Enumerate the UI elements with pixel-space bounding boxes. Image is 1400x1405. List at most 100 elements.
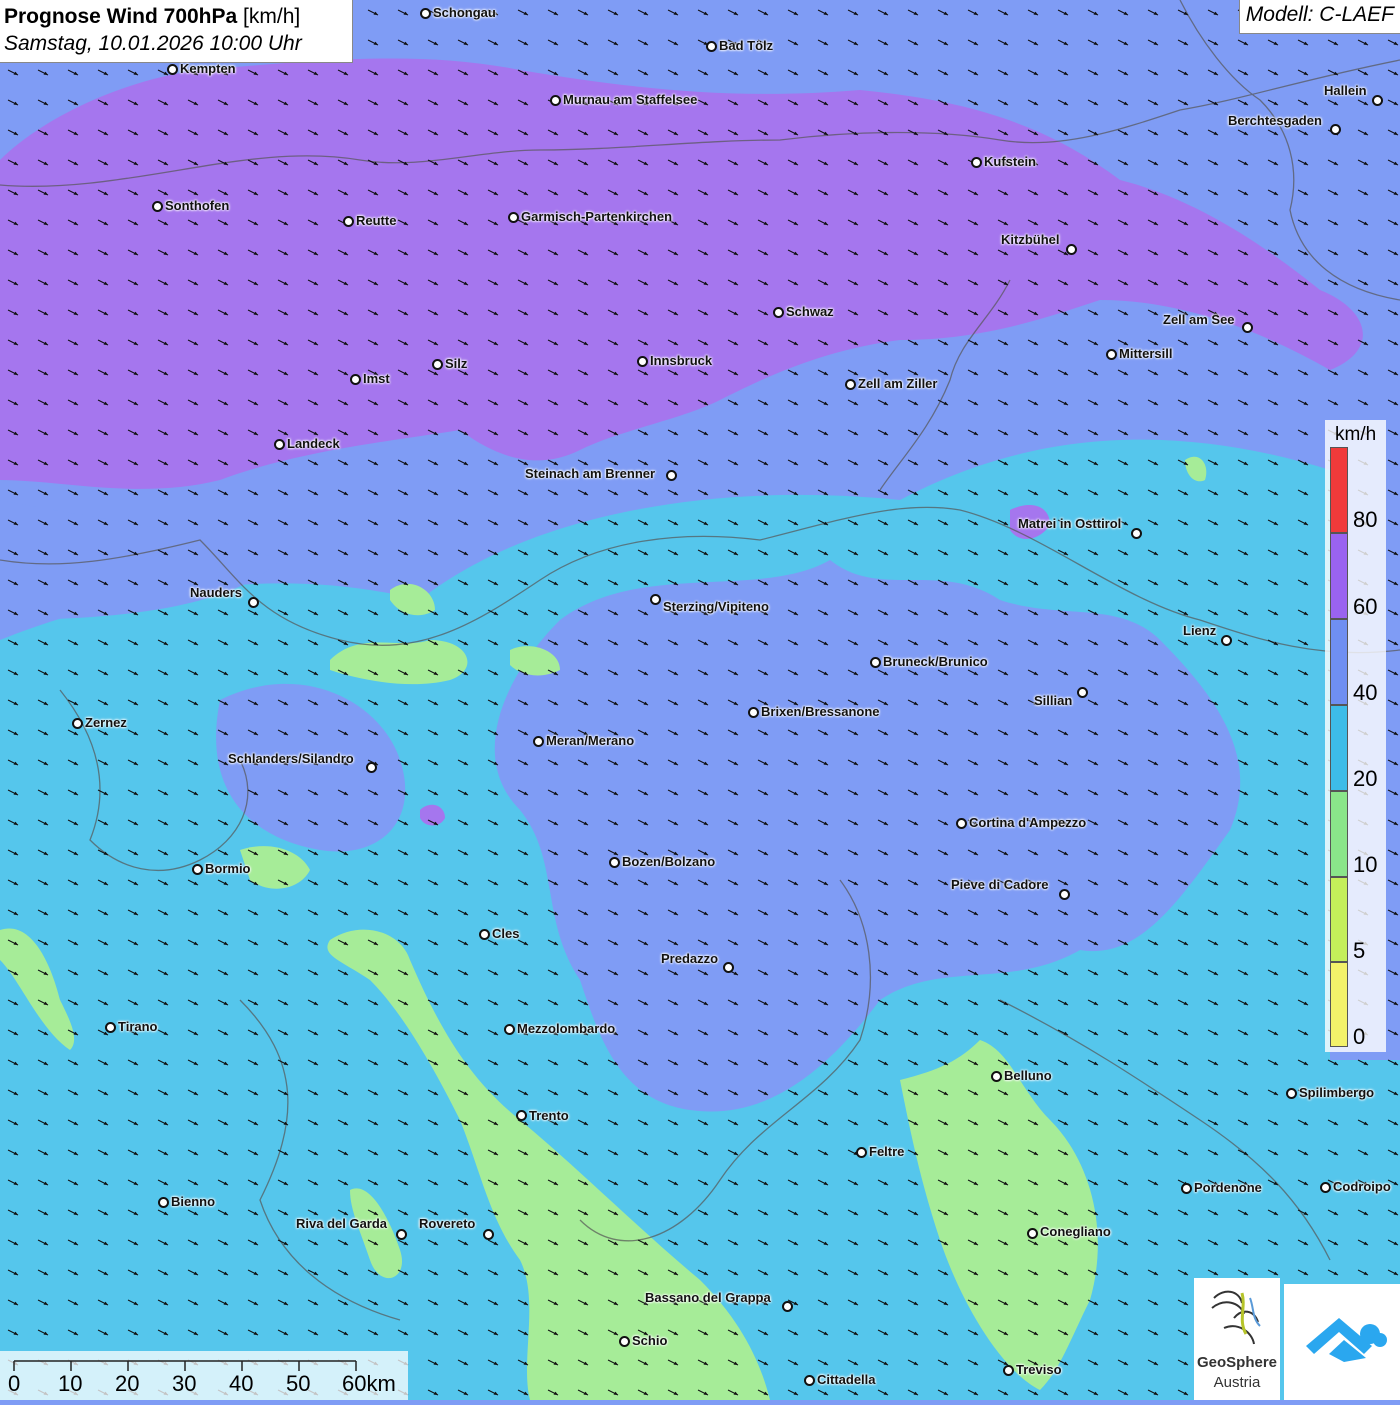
legend-swatch <box>1330 447 1348 533</box>
city-label: Hallein <box>1324 83 1367 98</box>
city-label: Schongau <box>433 5 496 20</box>
city-marker <box>782 1301 793 1312</box>
city-marker <box>1286 1088 1297 1099</box>
city-marker <box>274 439 285 450</box>
city-label: Zell am Ziller <box>858 376 938 391</box>
city-label: Silz <box>445 356 468 371</box>
scale-label: 40 <box>229 1371 254 1396</box>
city-label: Feltre <box>869 1144 905 1159</box>
city-label: Cittadella <box>817 1372 876 1387</box>
city-label: Bad Tölz <box>719 38 774 53</box>
city-label: Bozen/Bolzano <box>622 854 716 869</box>
scale-label: 20 <box>115 1371 140 1396</box>
city-marker <box>248 597 259 608</box>
legend-swatch <box>1330 705 1348 791</box>
city-marker <box>1077 687 1088 698</box>
title-box: Prognose Wind 700hPa [km/h] Samstag, 10.… <box>0 0 353 63</box>
legend-bar <box>1330 447 1348 1047</box>
city-label: Treviso <box>1016 1362 1062 1377</box>
city-marker <box>420 8 431 19</box>
city-label: Steinach am Brenner <box>525 466 656 481</box>
city-marker <box>956 818 967 829</box>
city-label: Lienz <box>1183 623 1217 638</box>
city-marker <box>479 929 490 940</box>
city-label: Mittersill <box>1119 346 1173 361</box>
city-label: Tirano <box>118 1019 158 1034</box>
city-label: Bienno <box>171 1194 216 1209</box>
city-label: Zell am See <box>1163 312 1235 327</box>
weather-app-logo[interactable] <box>1284 1284 1400 1400</box>
city-marker <box>706 41 717 52</box>
city-marker <box>483 1229 494 1240</box>
city-label: Mezzolombardo <box>517 1021 616 1036</box>
scale-bar: 0 10 20 30 40 50 60km <box>0 1351 408 1400</box>
legend-swatch <box>1330 619 1348 705</box>
city-marker <box>971 157 982 168</box>
city-marker <box>991 1071 1002 1082</box>
city-marker <box>396 1229 407 1240</box>
legend-swatch <box>1330 533 1348 619</box>
city-marker <box>748 707 759 718</box>
city-label: Nauders <box>190 585 243 600</box>
city-label: Cles <box>492 926 520 941</box>
city-label: Kufstein <box>984 154 1036 169</box>
legend-label: 10 <box>1353 852 1378 877</box>
city-marker <box>666 470 677 481</box>
city-marker <box>192 864 203 875</box>
legend-label: 60 <box>1353 594 1378 619</box>
city-marker <box>804 1375 815 1386</box>
city-marker <box>1330 124 1341 135</box>
city-label: Schwaz <box>786 304 834 319</box>
city-marker <box>516 1110 527 1121</box>
city-marker <box>870 657 881 668</box>
city-marker <box>1320 1182 1331 1193</box>
legend-label: 0 <box>1353 1024 1366 1049</box>
legend-swatch <box>1330 877 1348 962</box>
city-label: Schlanders/Silandro <box>228 751 354 766</box>
legend-swatch <box>1330 962 1348 1047</box>
legend-label: 80 <box>1353 507 1378 532</box>
title-unit: [km/h] <box>243 5 301 28</box>
city-label: Bormio <box>205 861 251 876</box>
city-label: Riva del Garda <box>296 1216 388 1231</box>
city-label: Pordenone <box>1194 1180 1262 1195</box>
city-marker <box>508 212 519 223</box>
legend-label: 20 <box>1353 766 1378 791</box>
city-marker <box>350 374 361 385</box>
city-label: Garmisch-Partenkirchen <box>521 209 673 224</box>
city-label: Bruneck/Brunico <box>883 654 988 669</box>
color-legend: km/h 80 60 40 20 10 5 0 <box>1325 420 1386 1052</box>
forecast-time: Samstag, 10.01.2026 10:00 Uhr <box>4 32 302 55</box>
scale-label: 30 <box>172 1371 197 1396</box>
city-marker <box>1027 1228 1038 1239</box>
app-chevron-cloud-icon <box>1306 1318 1387 1362</box>
city-label: Zernez <box>85 715 127 730</box>
scale-label: 60km <box>342 1371 396 1396</box>
city-label: Trento <box>529 1108 569 1123</box>
city-label: Reutte <box>356 213 397 228</box>
legend-label: 5 <box>1353 938 1366 963</box>
city-label: Sterzing/Vipiteno <box>663 599 769 614</box>
city-label: Matrei in Osttirol <box>1018 516 1122 531</box>
city-label: Belluno <box>1004 1068 1052 1083</box>
city-marker <box>343 216 354 227</box>
city-marker <box>773 307 784 318</box>
city-marker <box>1106 349 1117 360</box>
city-label: Berchtesgaden <box>1228 113 1322 128</box>
legend-swatch <box>1330 791 1348 877</box>
legend-label: 40 <box>1353 680 1378 705</box>
scale-label: 0 <box>8 1371 21 1396</box>
city-marker <box>1372 95 1383 106</box>
city-marker <box>637 356 648 367</box>
city-marker <box>105 1022 116 1033</box>
city-label: Conegliano <box>1040 1224 1111 1239</box>
city-marker <box>619 1336 630 1347</box>
model-label: Modell: C-LAEF <box>1238 0 1400 34</box>
scale-label: 50 <box>286 1371 311 1396</box>
city-marker <box>1059 889 1070 900</box>
city-marker <box>1131 528 1142 539</box>
geosphere-logo[interactable]: GeoSphere Austria <box>1194 1278 1280 1400</box>
city-marker <box>167 64 178 75</box>
scale-label: 10 <box>58 1371 83 1396</box>
city-marker <box>504 1024 515 1035</box>
